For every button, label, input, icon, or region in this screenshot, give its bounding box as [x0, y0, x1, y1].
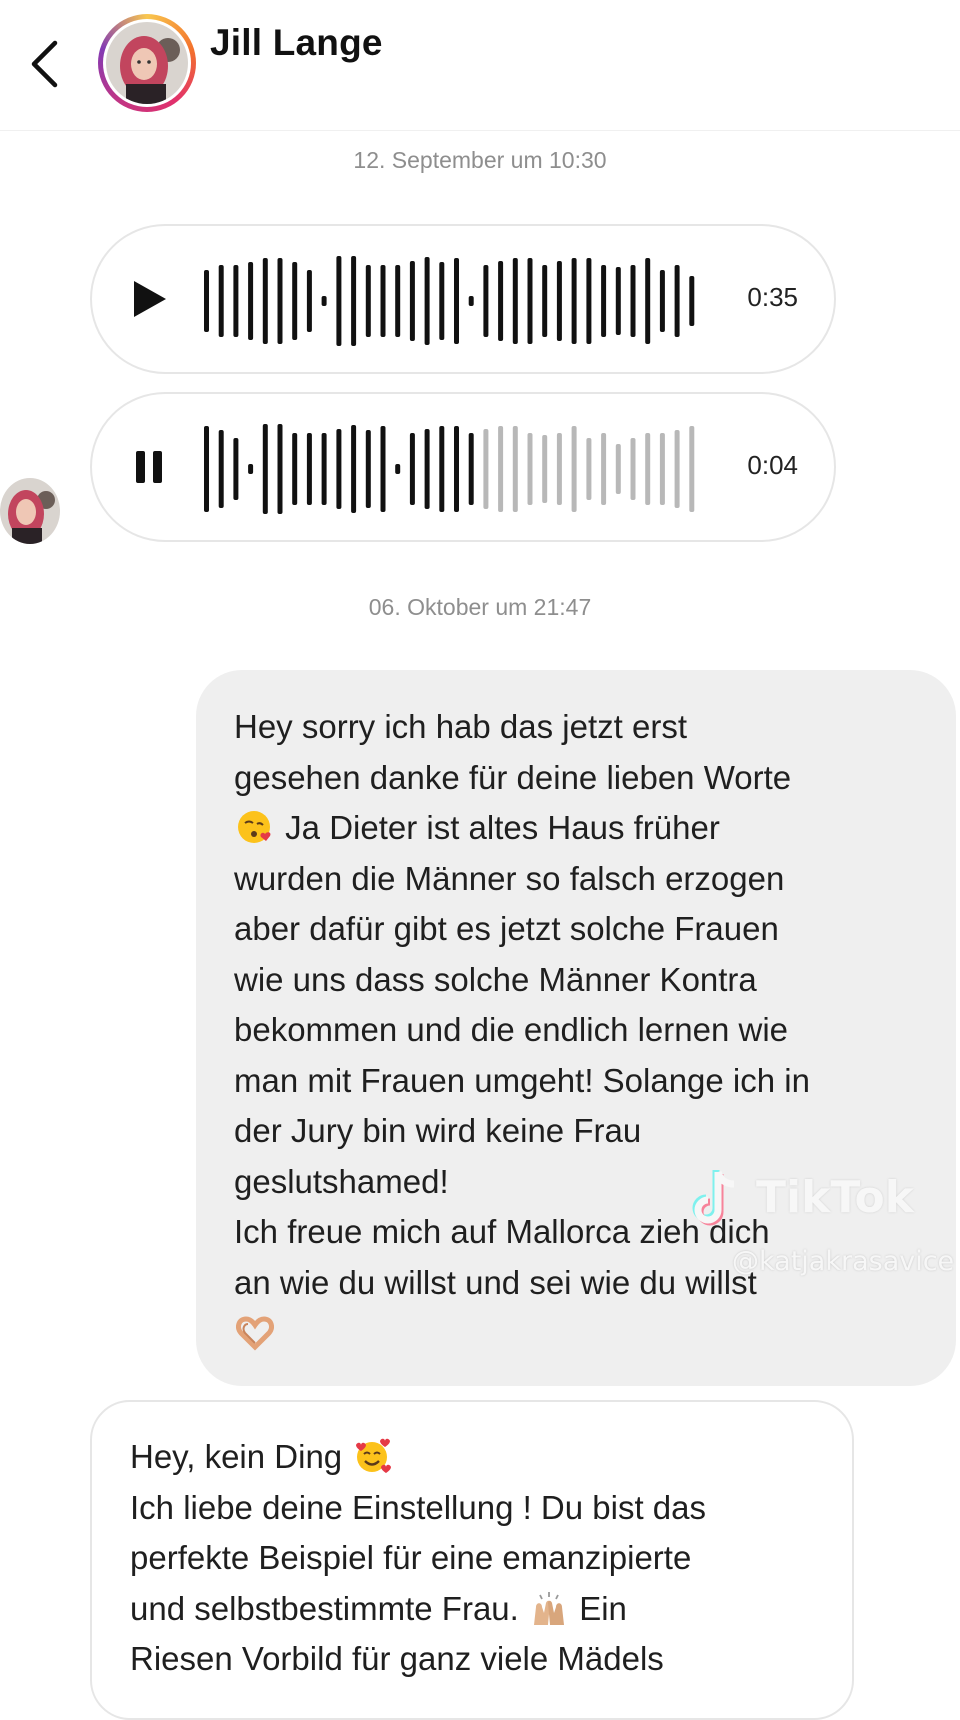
contact-avatar[interactable] — [98, 14, 196, 112]
waveform-bar — [248, 464, 254, 474]
waveform-bar — [674, 265, 680, 337]
raising-hands-emoji-icon — [534, 1591, 565, 1625]
pause-icon[interactable] — [128, 444, 174, 490]
waveform-bar — [321, 296, 327, 306]
waveform-bar — [336, 429, 342, 509]
waveform-bar — [483, 429, 489, 509]
waveform-bar — [380, 265, 386, 337]
message-text: Hey sorry ich hab das jetzt erst gesehen… — [234, 702, 920, 1359]
message-text-part: Riesen Vorbild für ganz viele Mädels — [130, 1640, 664, 1677]
waveform-bar — [542, 265, 548, 337]
waveform-bar — [571, 258, 577, 344]
waveform-bar — [380, 426, 386, 512]
contact-name[interactable]: Jill Lange — [210, 22, 383, 64]
waveform-bar — [277, 258, 283, 344]
heart-hands-emoji-icon — [236, 1316, 274, 1351]
waveform-bar — [483, 265, 489, 337]
waveform-bar — [689, 276, 695, 326]
waveform-bar — [468, 433, 474, 505]
waveform-bar — [601, 433, 607, 505]
kissing-heart-emoji-icon — [238, 811, 271, 843]
play-icon[interactable] — [128, 276, 174, 322]
waveform-bar — [601, 265, 607, 337]
waveform-bar — [659, 270, 665, 332]
waveform-bar — [527, 258, 533, 344]
waveform-bar — [512, 258, 518, 344]
waveform-bar — [321, 433, 327, 505]
waveform-bar — [292, 433, 298, 505]
waveform-bar — [204, 426, 209, 512]
chat-header: Jill Lange — [0, 0, 960, 131]
voice-waveform[interactable] — [202, 246, 702, 356]
waveform-bar — [630, 265, 636, 337]
waveform-bar — [615, 267, 621, 335]
voice-waveform[interactable] — [202, 414, 702, 524]
message-text-part: Ein — [579, 1589, 627, 1627]
waveform-bar — [556, 433, 562, 505]
waveform-bar — [424, 257, 430, 345]
back-button[interactable] — [22, 34, 66, 94]
voice-duration: 0:35 — [747, 282, 798, 312]
waveform-bar — [351, 256, 357, 346]
waveform-bar — [248, 262, 254, 340]
waveform-bar — [586, 438, 592, 500]
avatar-photo — [106, 22, 188, 104]
waveform-bar — [424, 429, 430, 509]
waveform-bar — [395, 464, 401, 474]
outgoing-message-bubble[interactable]: Hey sorry ich hab das jetzt erst gesehen… — [196, 670, 956, 1386]
waveform-bar — [571, 426, 577, 512]
message-text: Hey, kein Ding Ich liebe deine Einstellu… — [130, 1432, 816, 1685]
waveform-bar — [336, 256, 342, 346]
voice-duration: 0:04 — [747, 450, 798, 480]
waveform-bar — [586, 258, 592, 344]
waveform-bar — [233, 438, 239, 500]
waveform-bar — [218, 430, 224, 508]
waveform-bar — [498, 426, 504, 512]
waveform-bar — [689, 426, 695, 512]
waveform-bar — [292, 262, 298, 340]
waveform-bar — [262, 258, 268, 344]
waveform-bar — [512, 426, 518, 512]
waveform-bar — [351, 425, 357, 513]
waveform-bar — [409, 433, 415, 505]
waveform-bar — [645, 258, 651, 344]
waveform-bar — [542, 435, 548, 503]
voice-message[interactable]: 0:04 — [90, 392, 836, 542]
waveform-bar — [645, 433, 651, 505]
waveform-bar — [365, 265, 371, 337]
waveform-bar — [439, 426, 445, 512]
chat-timestamp: 06. Oktober um 21:47 — [368, 594, 592, 620]
waveform-bar — [262, 424, 268, 514]
waveform-bar — [409, 261, 415, 341]
waveform-bar — [233, 265, 239, 337]
waveform-bar — [439, 262, 445, 340]
waveform-bar — [454, 258, 459, 344]
sender-avatar[interactable] — [0, 478, 60, 544]
waveform-bar — [468, 296, 474, 306]
waveform-bar — [527, 433, 533, 505]
waveform-bar — [498, 261, 504, 341]
waveform-bar — [454, 426, 459, 512]
waveform-bar — [365, 430, 371, 508]
chat-timestamp: 12. September um 10:30 — [353, 147, 607, 173]
waveform-bar — [277, 424, 283, 514]
incoming-message-bubble[interactable]: Hey, kein Ding Ich liebe deine Einstellu… — [90, 1400, 854, 1720]
waveform-bar — [204, 270, 209, 332]
waveform-bar — [615, 444, 621, 494]
chevron-left-icon — [31, 40, 58, 88]
waveform-bar — [306, 270, 312, 332]
waveform-bar — [395, 265, 401, 337]
message-text-part: Ja Dieter ist altes Haus früher wurden d… — [234, 809, 810, 1301]
waveform-bar — [306, 433, 312, 505]
waveform-bar — [556, 261, 562, 341]
message-text-part: Hey sorry ich hab das jetzt erst gesehen… — [234, 708, 792, 796]
waveform-bar — [630, 438, 636, 500]
voice-message[interactable]: 0:35 — [90, 224, 836, 374]
waveform-bar — [659, 433, 665, 505]
waveform-bar — [674, 430, 680, 508]
message-text-part: Hey, kein Ding — [130, 1438, 343, 1475]
smiling-face-with-hearts-emoji-icon — [356, 1438, 392, 1473]
waveform-bar — [218, 265, 224, 337]
